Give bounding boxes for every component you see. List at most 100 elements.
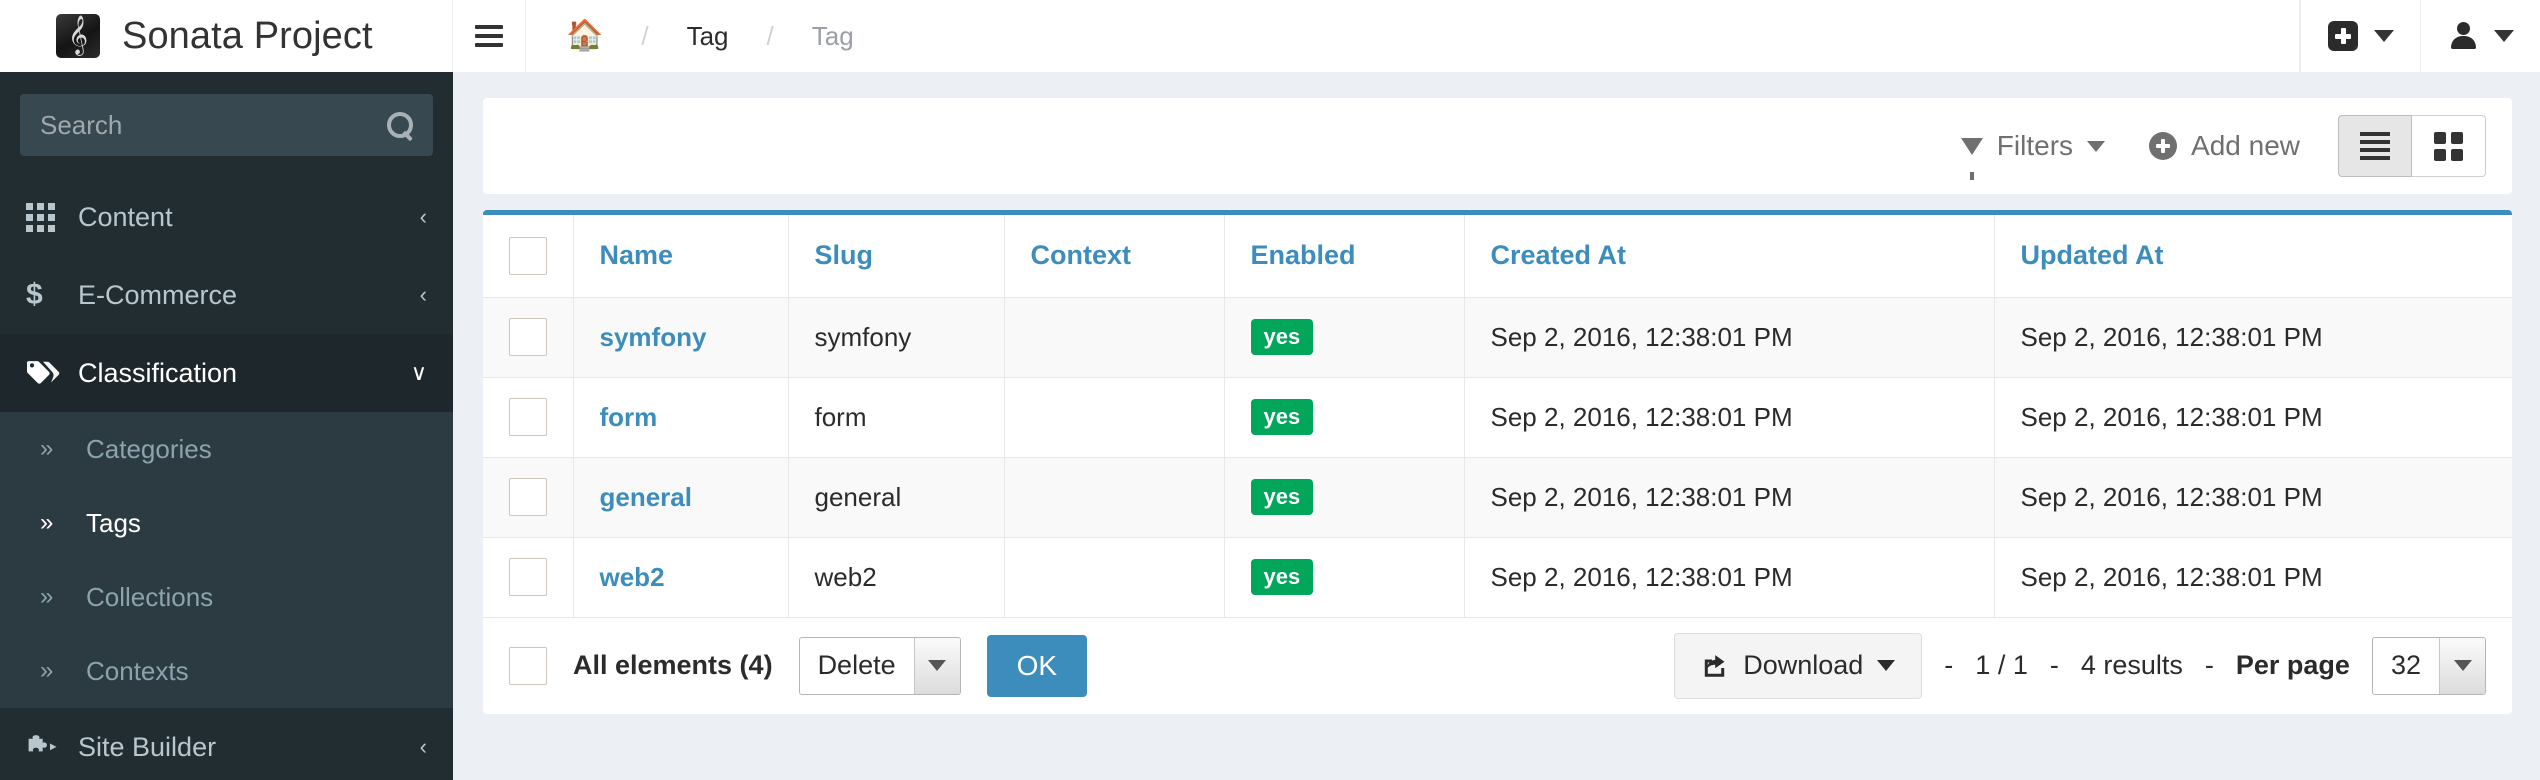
main-content: Filters Add new Name Slug Context Enable… xyxy=(453,72,2540,780)
batch-action-select[interactable]: Delete xyxy=(798,636,961,695)
sidebar-item-ecommerce[interactable]: $ E-Commerce ‹ xyxy=(0,256,453,334)
add-dropdown-button[interactable] xyxy=(2300,0,2420,72)
cell-name: general xyxy=(573,457,789,538)
row-name-link[interactable]: symfony xyxy=(600,322,707,352)
download-label: Download xyxy=(1743,650,1864,680)
sidebar-item-collections[interactable]: » Collections xyxy=(0,560,453,634)
list-view-icon xyxy=(2360,128,2390,164)
column-header-name[interactable]: Name xyxy=(573,215,789,298)
cell-enabled: yes xyxy=(1224,537,1465,618)
sidebar-item-tags[interactable]: » Tags xyxy=(0,486,453,560)
body: Content ‹ $ E-Commerce ‹ xyxy=(0,72,2540,780)
breadcrumb-item-tag-parent[interactable]: Tag xyxy=(687,21,729,52)
sonata-logo-icon: 𝄞 xyxy=(56,14,100,58)
chevron-down-icon xyxy=(1877,660,1896,671)
cell-updated-at: Sep 2, 2016, 12:38:01 PM xyxy=(1994,457,2512,538)
batch-action-value: Delete xyxy=(817,650,896,680)
status-badge: yes xyxy=(1250,559,1314,595)
download-button[interactable]: Download xyxy=(1674,632,1923,699)
results-count: 4 results xyxy=(2080,650,2183,680)
add-new-button[interactable]: Add new xyxy=(2127,130,2322,162)
select-all-footer-checkbox[interactable] xyxy=(509,646,547,685)
share-icon xyxy=(1701,653,1729,679)
per-page-value: 32 xyxy=(2390,650,2421,680)
plus-circle-icon xyxy=(2149,132,2178,160)
chevron-down-icon: ∨ xyxy=(410,360,427,385)
row-checkbox[interactable] xyxy=(509,478,547,516)
ok-button[interactable]: OK xyxy=(986,634,1088,697)
table-head: Name Slug Context Enabled Created At Upd… xyxy=(483,215,2512,298)
cell-created-at: Sep 2, 2016, 12:38:01 PM xyxy=(1464,297,1995,378)
cell-enabled: yes xyxy=(1224,377,1465,458)
brand-logo[interactable]: 𝄞 Sonata Project xyxy=(0,0,453,72)
column-header-context[interactable]: Context xyxy=(1004,215,1225,298)
cell-updated-at: Sep 2, 2016, 12:38:01 PM xyxy=(1994,297,2512,378)
row-checkbox[interactable] xyxy=(509,398,547,436)
search-box[interactable] xyxy=(20,94,433,156)
cell-context xyxy=(1004,537,1225,618)
row-checkbox[interactable] xyxy=(509,318,547,356)
pagination-area: Download - 1 / 1 - 4 results - Per page … xyxy=(1674,632,2486,699)
home-icon[interactable]: 🏠 xyxy=(566,21,603,51)
sidebar-menu: Content ‹ $ E-Commerce ‹ Classification … xyxy=(0,178,453,780)
status-badge: yes xyxy=(1250,319,1314,355)
chevron-left-icon: ‹ xyxy=(419,204,427,229)
sidebar-item-label: Content xyxy=(78,201,173,232)
sidebar-toggle-button[interactable] xyxy=(453,0,526,72)
table-row: symfony symfony yes Sep 2, 2016, 12:38:0… xyxy=(483,297,2512,378)
cell-context xyxy=(1004,297,1225,378)
cell-created-at: Sep 2, 2016, 12:38:01 PM xyxy=(1464,457,1995,538)
column-header-created-at[interactable]: Created At xyxy=(1464,215,1995,298)
cell-context xyxy=(1004,457,1225,538)
row-name-link[interactable]: web2 xyxy=(600,562,665,592)
grid-view-button[interactable] xyxy=(2412,115,2486,177)
sidebar-search-wrap xyxy=(0,72,453,156)
row-select-cell xyxy=(483,537,574,618)
tags-table: Name Slug Context Enabled Created At Upd… xyxy=(483,215,2512,618)
sidebar-item-categories[interactable]: » Categories xyxy=(0,412,453,486)
user-dropdown-button[interactable] xyxy=(2420,0,2540,72)
column-header-slug[interactable]: Slug xyxy=(788,215,1005,298)
status-badge: yes xyxy=(1250,479,1314,515)
cell-name: symfony xyxy=(573,297,789,378)
sidebar-item-contexts[interactable]: » Contexts xyxy=(0,634,453,708)
chevron-down-icon xyxy=(2087,140,2106,152)
sidebar-item-classification[interactable]: Classification ∨ xyxy=(0,334,453,412)
chevron-down-icon xyxy=(2493,30,2514,42)
row-checkbox[interactable] xyxy=(509,558,547,596)
sidebar-item-label: Classification xyxy=(78,357,238,388)
cell-updated-at: Sep 2, 2016, 12:38:01 PM xyxy=(1994,537,2512,618)
sidebar: Content ‹ $ E-Commerce ‹ xyxy=(0,72,453,780)
breadcrumb: 🏠 / Tag / Tag xyxy=(526,0,2300,72)
chevron-left-icon: ‹ xyxy=(419,282,427,307)
cell-name: form xyxy=(573,377,789,458)
column-header-enabled[interactable]: Enabled xyxy=(1224,215,1465,298)
per-page-label: Per page xyxy=(2235,650,2350,680)
grid-icon xyxy=(26,202,70,232)
sidebar-submenu-classification: » Categories » Tags » Collections » Cont… xyxy=(0,412,453,708)
cell-slug: web2 xyxy=(788,537,1005,618)
dollar-icon: $ xyxy=(26,278,43,311)
top-navbar: 𝄞 Sonata Project 🏠 / Tag / Tag xyxy=(0,0,2540,72)
select-all-checkbox[interactable] xyxy=(509,236,547,275)
list-view-button[interactable] xyxy=(2338,115,2412,177)
row-name-link[interactable]: general xyxy=(600,482,693,512)
cell-created-at: Sep 2, 2016, 12:38:01 PM xyxy=(1464,537,1995,618)
sidebar-item-site-builder[interactable]: Site Builder ‹ xyxy=(0,708,453,780)
sidebar-item-content[interactable]: Content ‹ xyxy=(0,178,453,256)
cell-created-at: Sep 2, 2016, 12:38:01 PM xyxy=(1464,377,1995,458)
cell-enabled: yes xyxy=(1224,457,1465,538)
hamburger-icon xyxy=(475,20,503,52)
row-name-link[interactable]: form xyxy=(600,402,658,432)
table-row: general general yes Sep 2, 2016, 12:38:0… xyxy=(483,457,2512,538)
column-header-updated-at[interactable]: Updated At xyxy=(1994,215,2512,298)
double-chevron-right-icon: » xyxy=(40,509,54,536)
row-select-cell xyxy=(483,457,574,538)
pager-separator: - xyxy=(2204,650,2214,680)
search-input[interactable] xyxy=(40,109,387,141)
per-page-select[interactable]: 32 xyxy=(2371,636,2486,695)
puzzle-icon xyxy=(26,734,70,760)
user-icon xyxy=(2448,21,2478,51)
search-icon[interactable] xyxy=(387,112,413,138)
filters-button[interactable]: Filters xyxy=(1939,130,2127,180)
